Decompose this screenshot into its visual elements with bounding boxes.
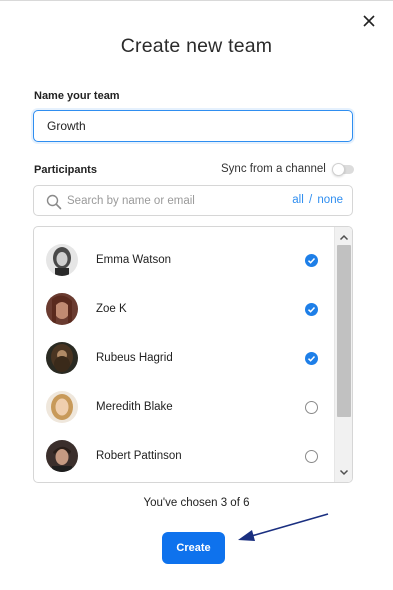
avatar <box>46 391 78 423</box>
participants-label: Participants <box>34 164 97 176</box>
participant-name: Rubeus Hagrid <box>96 352 173 364</box>
select-none-link[interactable]: none <box>317 194 343 206</box>
sync-label: Sync from a channel <box>221 163 326 175</box>
scroll-up-button[interactable] <box>335 229 352 245</box>
participant-name: Emma Watson <box>96 254 171 266</box>
annotation-arrow-icon <box>238 513 329 541</box>
chevron-up-icon <box>339 234 348 240</box>
select-links: all / none <box>292 194 343 206</box>
avatar <box>46 440 78 472</box>
team-name-label: Name your team <box>34 90 120 102</box>
participant-row[interactable]: Rubeus Hagrid <box>34 334 334 382</box>
participant-list: Emma Watson Zoe K Rubeus Hagrid Meredith… <box>33 226 353 483</box>
scroll-down-button[interactable] <box>335 464 352 480</box>
unchecked-icon[interactable] <box>305 400 318 414</box>
search-input[interactable] <box>67 186 287 215</box>
checked-icon[interactable] <box>305 253 318 267</box>
checked-icon[interactable] <box>305 351 318 365</box>
participant-name: Robert Pattinson <box>96 450 182 462</box>
select-separator: / <box>309 194 313 206</box>
close-button[interactable] <box>360 12 378 30</box>
toggle-knob <box>331 162 345 176</box>
participant-name: Meredith Blake <box>96 401 173 413</box>
sync-toggle[interactable] <box>331 162 354 176</box>
checked-icon[interactable] <box>305 302 318 316</box>
participant-name: Zoe K <box>96 303 127 315</box>
avatar <box>46 342 78 374</box>
select-all-link[interactable]: all <box>292 194 304 206</box>
participant-row[interactable]: Meredith Blake <box>34 383 334 431</box>
participant-row[interactable]: Emma Watson <box>34 236 334 284</box>
top-divider <box>0 0 393 1</box>
dialog-title: Create new team <box>120 35 273 57</box>
create-team-dialog: Create new team Name your team Participa… <box>0 0 393 590</box>
sync-from-channel: Sync from a channel <box>221 162 354 176</box>
participant-row[interactable]: Robert Pattinson <box>34 432 334 480</box>
scroll-thumb[interactable] <box>337 245 351 417</box>
create-button[interactable]: Create <box>162 532 225 564</box>
avatar <box>46 293 78 325</box>
unchecked-icon[interactable] <box>305 449 318 463</box>
close-icon <box>363 15 375 27</box>
team-name-input[interactable] <box>33 110 353 142</box>
chevron-down-icon <box>339 469 348 475</box>
participant-search: all / none <box>33 185 353 216</box>
avatar <box>46 244 78 276</box>
list-scrollbar[interactable] <box>334 227 352 482</box>
participant-row[interactable]: Zoe K <box>34 285 334 333</box>
selection-count: You've chosen 3 of 6 <box>143 497 250 509</box>
search-icon <box>46 194 62 210</box>
